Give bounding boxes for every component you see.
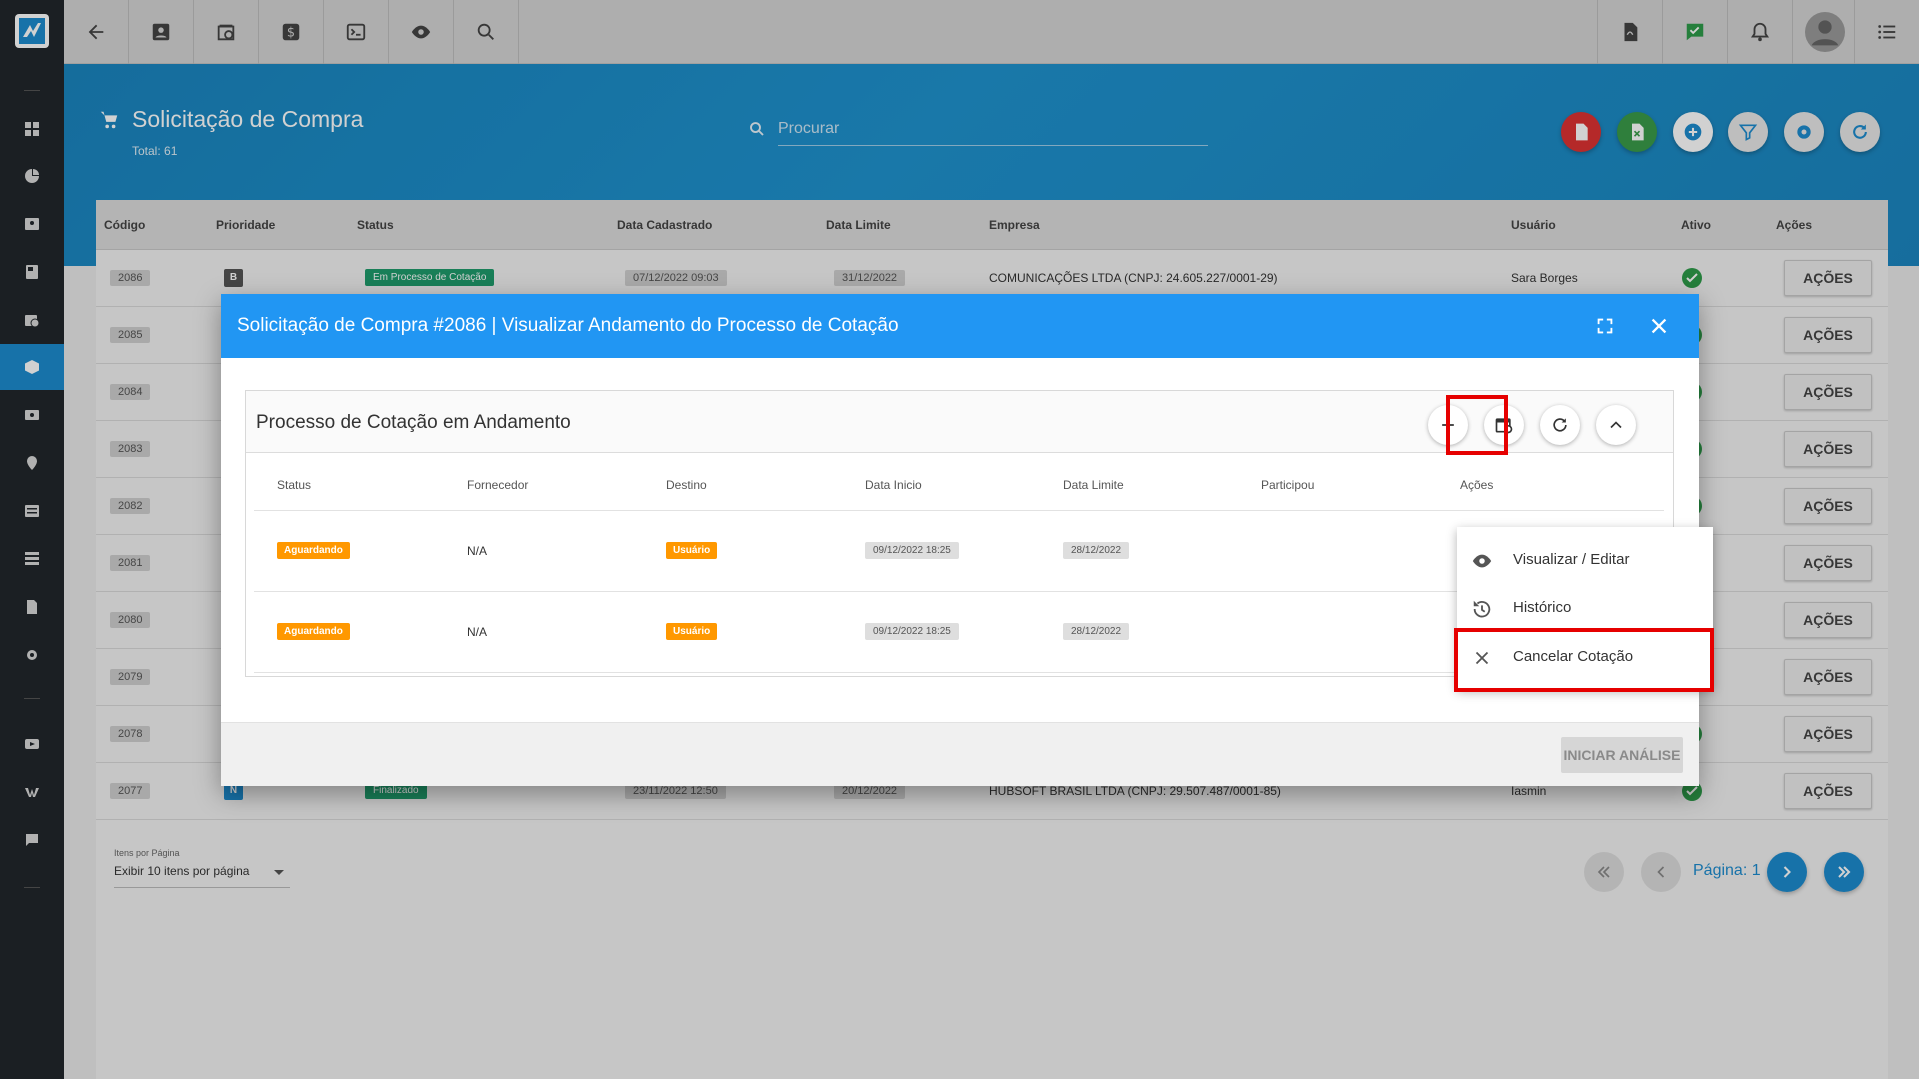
destination-badge: Usuário [666,623,718,640]
supplier-text: N/A [467,544,488,558]
supplier-text: N/A [467,625,488,639]
start-analysis-button[interactable]: INICIAR ANÁLISE [1561,737,1683,773]
highlight-box [1446,395,1508,455]
history-icon [1473,600,1491,618]
column-header: Participou [1261,478,1315,492]
quotation-row: Aguardando N/A Usuário 09/12/2022 18:25 … [254,511,1664,592]
panel-title: Processo de Cotação em Andamento [256,412,571,433]
refresh-icon [1553,418,1567,432]
column-header: Status [277,478,312,492]
column-header: Data Inicio [865,478,922,492]
quotation-row: Aguardando N/A Usuário 09/12/2022 18:25 … [254,592,1664,673]
menu-item-view-edit[interactable]: Visualizar / Editar [1457,536,1713,584]
close-modal-button[interactable] [1645,312,1673,340]
quotation-table-header: Status Fornecedor Destino Data Inicio Da… [254,453,1664,511]
refresh-quotation-button[interactable] [1540,405,1580,445]
limit-date-badge: 28/12/2022 [1063,542,1130,559]
column-header: Data Limite [1063,478,1124,492]
column-header: Destino [666,478,707,492]
column-header: Ações [1460,478,1494,492]
destination-badge: Usuário [666,542,718,559]
column-header: Fornecedor [467,478,529,492]
modal-footer: INICIAR ANÁLISE [221,722,1699,786]
start-date-badge: 09/12/2022 18:25 [865,623,959,640]
menu-item-label: Histórico [1513,599,1572,616]
fullscreen-button[interactable] [1591,312,1619,340]
fullscreen-icon [1597,318,1613,334]
modal-header: Solicitação de Compra #2086 | Visualizar… [221,294,1699,358]
chevron-up-icon [1610,421,1622,429]
eye-icon [1472,554,1492,568]
status-badge: Aguardando [277,623,350,640]
start-date-badge: 09/12/2022 18:25 [865,542,959,559]
menu-item-label: Visualizar / Editar [1513,551,1630,568]
modal-title: Solicitação de Compra #2086 | Visualizar… [237,315,899,336]
highlight-box [1454,628,1714,692]
menu-item-history[interactable]: Histórico [1457,584,1713,632]
status-badge: Aguardando [277,542,350,559]
collapse-panel-button[interactable] [1596,405,1636,445]
limit-date-badge: 28/12/2022 [1063,623,1130,640]
close-icon [1651,318,1667,334]
